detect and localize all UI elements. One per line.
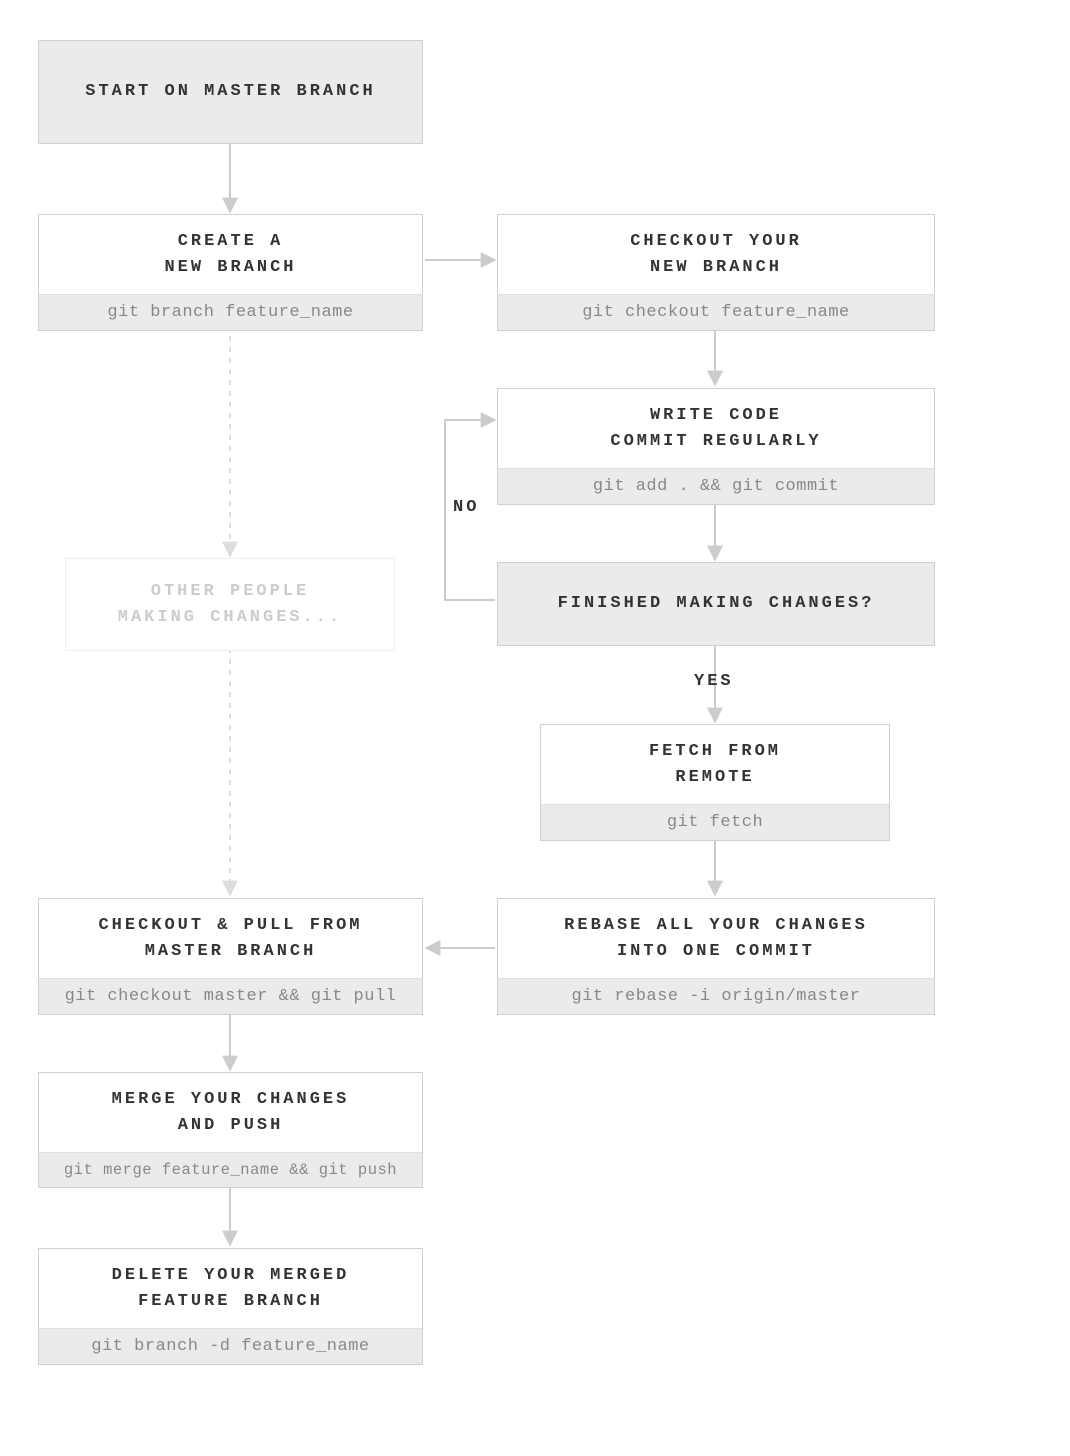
node-start: START ON MASTER BRANCH xyxy=(38,40,423,144)
node-merge: MERGE YOUR CHANGESAND PUSH git merge fea… xyxy=(38,1072,423,1188)
node-merge-cmd: git merge feature_name && git push xyxy=(39,1152,422,1187)
node-delete-cmd: git branch -d feature_name xyxy=(39,1328,422,1364)
edge-label-yes: YES xyxy=(694,672,734,691)
node-start-title: START ON MASTER BRANCH xyxy=(39,41,422,143)
node-create-cmd: git branch feature_name xyxy=(39,294,422,330)
node-fetch-title: FETCH FROMREMOTE xyxy=(541,725,889,804)
node-create-title: CREATE ANEW BRANCH xyxy=(39,215,422,294)
node-pull-title: CHECKOUT & PULL FROMMASTER BRANCH xyxy=(39,899,422,978)
node-delete: DELETE YOUR MERGEDFEATURE BRANCH git bra… xyxy=(38,1248,423,1365)
node-checkout-cmd: git checkout feature_name xyxy=(498,294,934,330)
node-rebase-cmd: git rebase -i origin/master xyxy=(498,978,934,1014)
node-checkout-branch: CHECKOUT YOURNEW BRANCH git checkout fea… xyxy=(497,214,935,331)
node-write-title: WRITE CODECOMMIT REGULARLY xyxy=(498,389,934,468)
node-finished-title: FINISHED MAKING CHANGES? xyxy=(498,563,934,645)
node-merge-title: MERGE YOUR CHANGESAND PUSH xyxy=(39,1073,422,1152)
node-pull-cmd: git checkout master && git pull xyxy=(39,978,422,1014)
node-write-cmd: git add . && git commit xyxy=(498,468,934,504)
node-fetch-cmd: git fetch xyxy=(541,804,889,840)
node-others-title: OTHER PEOPLEMAKING CHANGES... xyxy=(66,559,394,650)
node-pull: CHECKOUT & PULL FROMMASTER BRANCH git ch… xyxy=(38,898,423,1015)
node-fetch: FETCH FROMREMOTE git fetch xyxy=(540,724,890,841)
node-checkout-title: CHECKOUT YOURNEW BRANCH xyxy=(498,215,934,294)
node-write-code: WRITE CODECOMMIT REGULARLY git add . && … xyxy=(497,388,935,505)
node-rebase: REBASE ALL YOUR CHANGESINTO ONE COMMIT g… xyxy=(497,898,935,1015)
node-rebase-title: REBASE ALL YOUR CHANGESINTO ONE COMMIT xyxy=(498,899,934,978)
edge-label-no: NO xyxy=(453,498,479,517)
node-create-branch: CREATE ANEW BRANCH git branch feature_na… xyxy=(38,214,423,331)
node-others: OTHER PEOPLEMAKING CHANGES... xyxy=(65,558,395,651)
node-delete-title: DELETE YOUR MERGEDFEATURE BRANCH xyxy=(39,1249,422,1328)
node-finished-decision: FINISHED MAKING CHANGES? xyxy=(497,562,935,646)
